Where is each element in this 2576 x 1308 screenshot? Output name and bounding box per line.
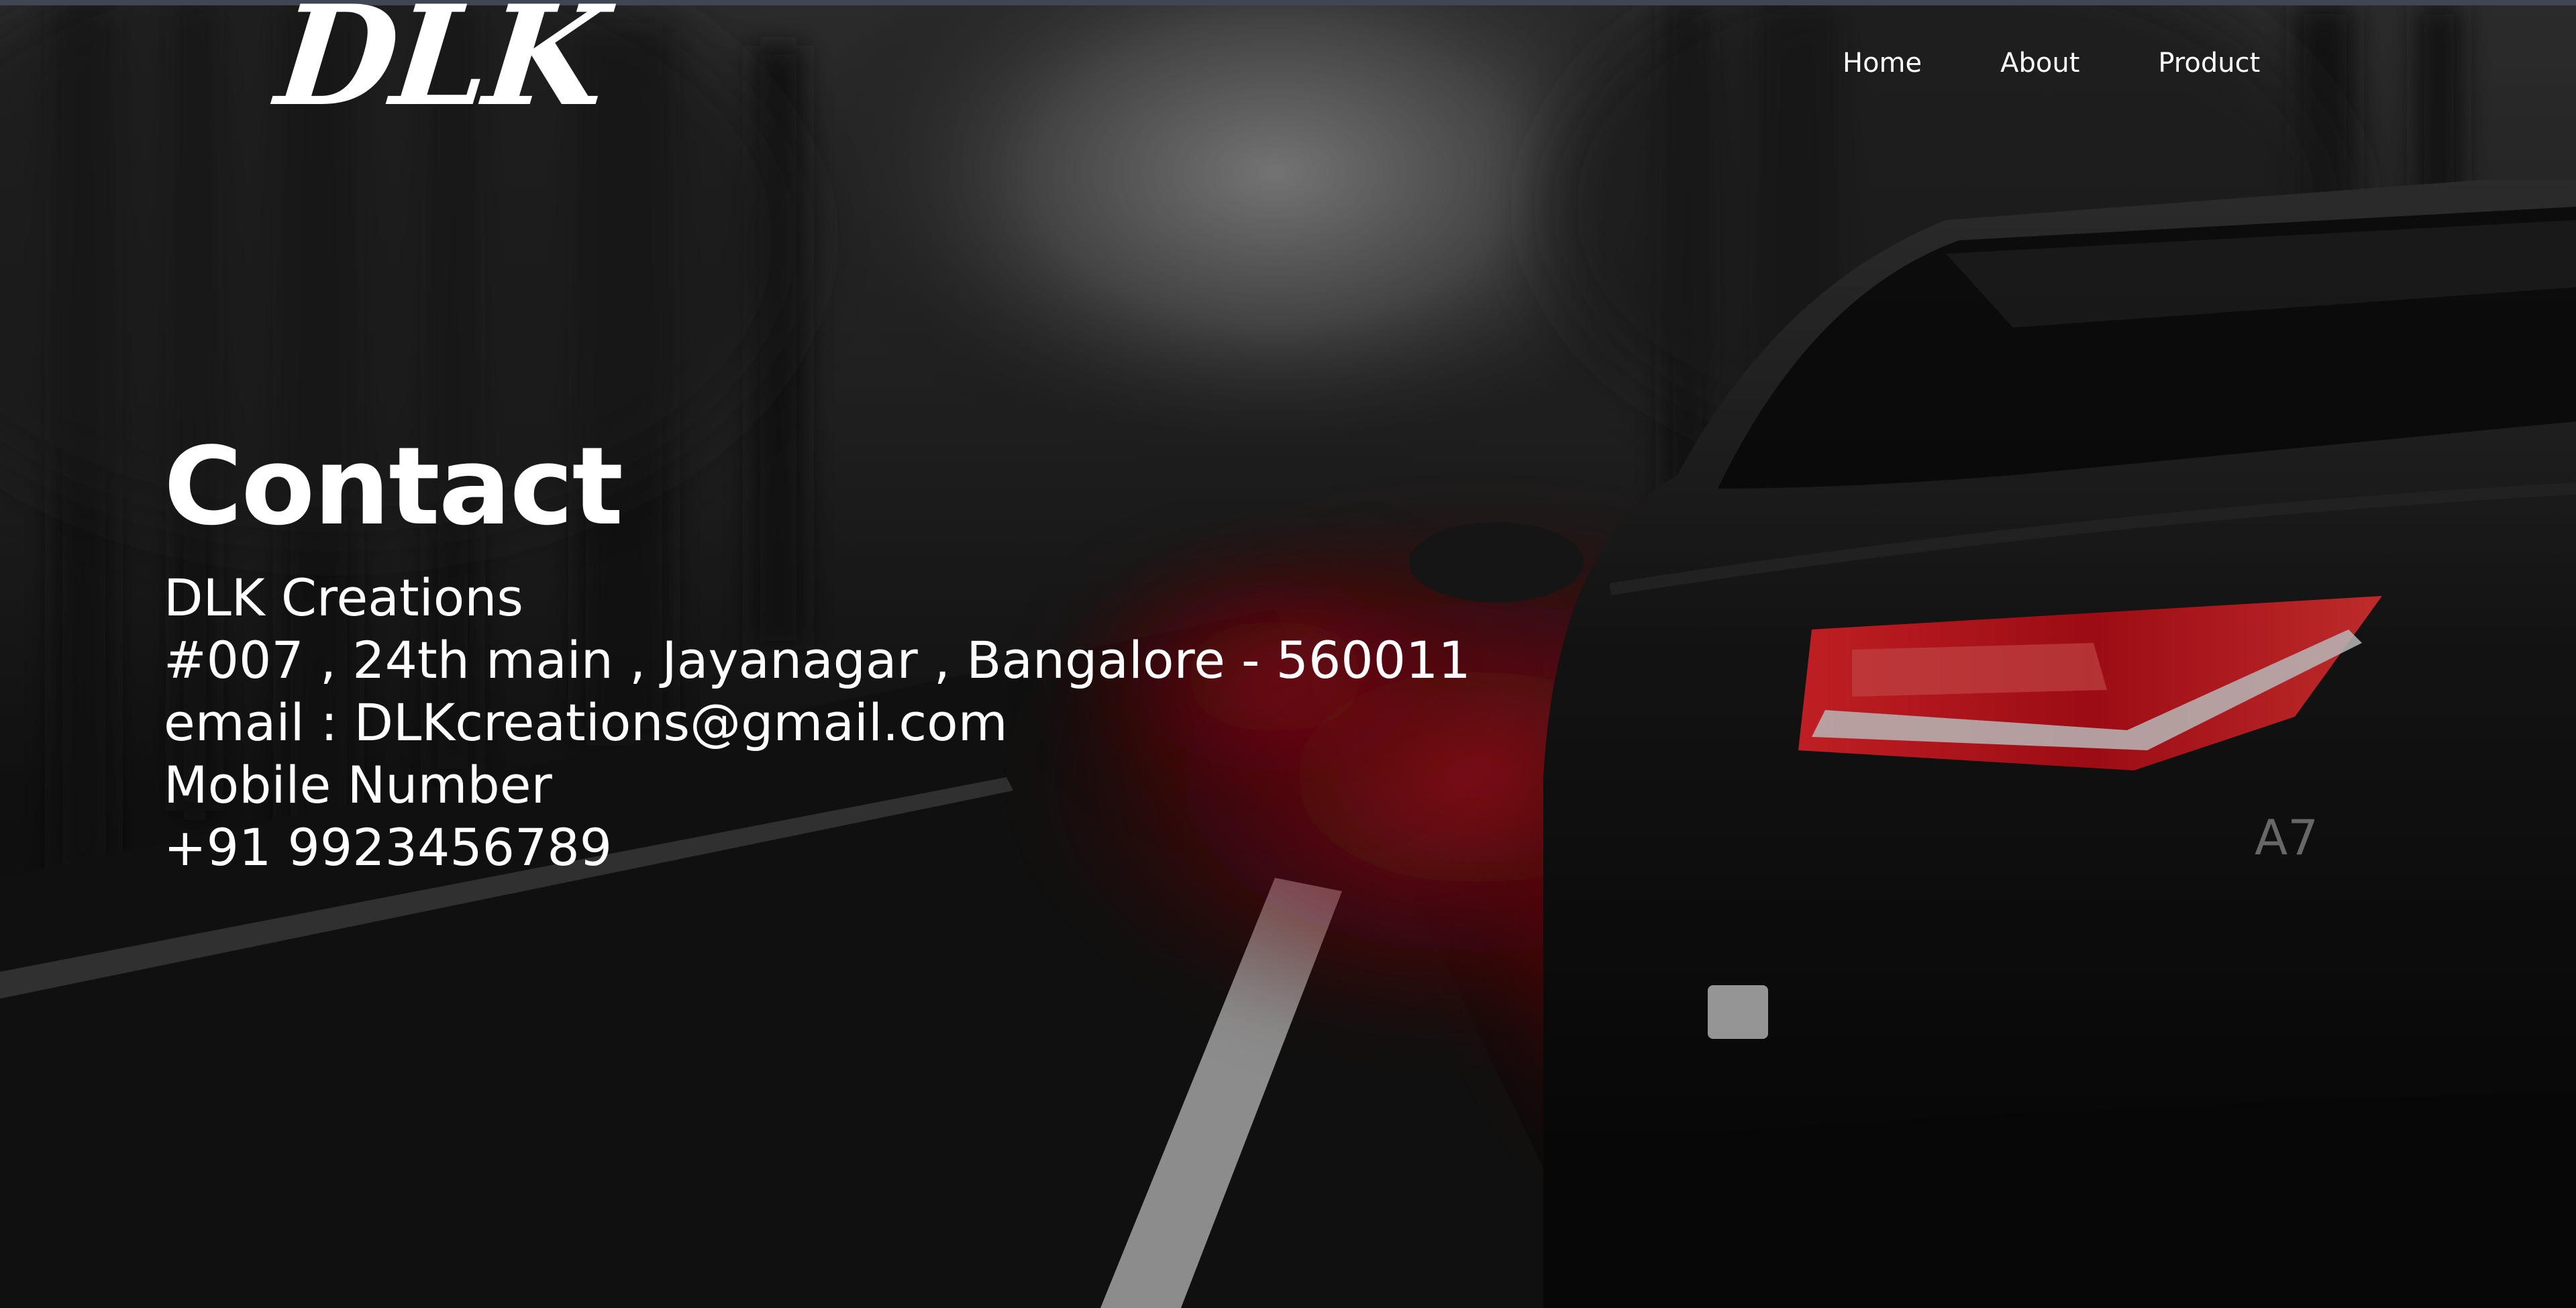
- email-text: email : DLKcreations@gmail.com: [164, 693, 1008, 752]
- nav-home-link[interactable]: Home: [1843, 47, 1922, 79]
- mobile-label: Mobile Number: [164, 755, 552, 815]
- nav-about-link[interactable]: About: [2000, 47, 2079, 79]
- brand-logo[interactable]: DLK: [270, 0, 610, 137]
- main-nav: Home About Product: [1843, 47, 2260, 79]
- address-text: #007 , 24th main , Jayanagar , Bangalore…: [164, 630, 1471, 690]
- nav-product-link[interactable]: Product: [2158, 47, 2260, 79]
- mobile-number: +91 9923456789: [164, 817, 613, 877]
- contact-title: Contact: [164, 423, 623, 549]
- company-name: DLK Creations: [164, 568, 524, 627]
- contact-section: Contact DLK Creations #007 , 24th main ,…: [164, 423, 1471, 878]
